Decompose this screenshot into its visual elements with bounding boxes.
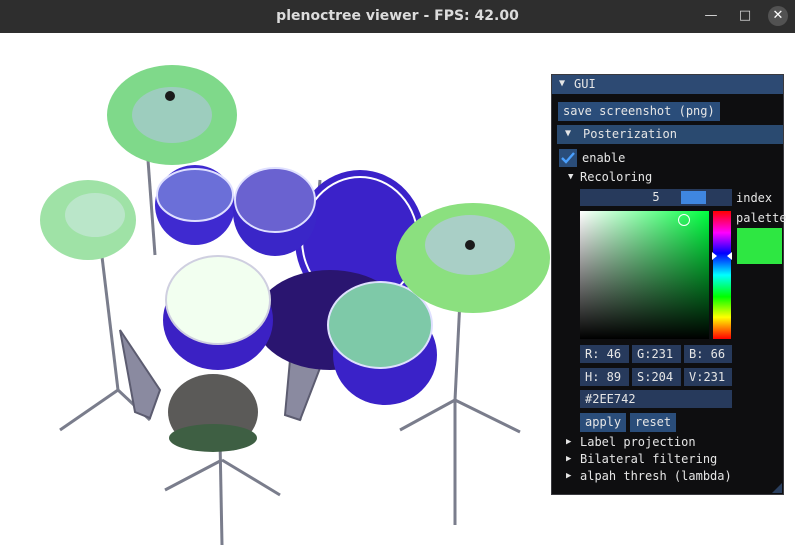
hue-marker-right-icon (727, 252, 732, 260)
value-field[interactable]: V:231 (684, 368, 732, 386)
checkmark-icon (561, 152, 575, 164)
recoloring-label[interactable]: Recoloring (580, 170, 652, 184)
reset-button[interactable]: reset (630, 413, 677, 432)
minimize-button[interactable]: — (701, 6, 721, 26)
gui-panel: ▼ GUI save screenshot (png) ▼ Posterizat… (551, 74, 787, 495)
alpha-thresh-section[interactable]: alpah thresh (lambda) (580, 469, 732, 483)
bilateral-filtering-section[interactable]: Bilateral filtering (580, 452, 717, 466)
gui-title: GUI (574, 77, 596, 91)
apply-button[interactable]: apply (580, 413, 627, 432)
index-slider[interactable]: 5 (580, 189, 732, 206)
green-field[interactable]: G:231 (632, 345, 681, 363)
save-screenshot-button[interactable]: save screenshot (png) (558, 102, 720, 121)
picker-cursor-icon[interactable] (678, 214, 690, 226)
gui-title-bar[interactable]: ▼ GUI (552, 75, 783, 94)
recoloring-arrow-icon[interactable]: ▼ (568, 172, 573, 182)
enable-checkbox[interactable] (559, 149, 577, 167)
alpha-thresh-arrow-icon[interactable]: ▶ (566, 471, 571, 481)
label-projection-section[interactable]: Label projection (580, 435, 696, 449)
hue-field[interactable]: H: 89 (580, 368, 629, 386)
hex-field[interactable]: #2EE742 (580, 390, 732, 408)
posterization-header[interactable]: ▼ Posterization (557, 125, 783, 144)
title-bar: plenoctree viewer - FPS: 42.00 — □ ✕ (0, 0, 795, 33)
index-value: 5 (652, 190, 660, 204)
bilateral-filtering-arrow-icon[interactable]: ▶ (566, 454, 571, 464)
resize-grip-icon[interactable] (772, 483, 782, 493)
posterization-label: Posterization (583, 127, 677, 141)
close-button[interactable]: ✕ (768, 6, 788, 26)
saturation-field[interactable]: S:204 (632, 368, 681, 386)
expand-arrow-icon: ▼ (565, 128, 572, 139)
hue-marker-left-icon (712, 252, 717, 260)
palette-label: palette (736, 211, 787, 225)
label-projection-arrow-icon[interactable]: ▶ (566, 437, 571, 447)
collapse-arrow-icon[interactable]: ▼ (559, 78, 565, 89)
hue-bar[interactable] (712, 211, 732, 339)
palette-color-swatch[interactable] (737, 228, 782, 264)
red-field[interactable]: R: 46 (580, 345, 629, 363)
saturation-value-picker[interactable] (580, 211, 709, 339)
window-title: plenoctree viewer - FPS: 42.00 (276, 8, 519, 24)
index-label: index (736, 191, 773, 205)
maximize-button[interactable]: □ (735, 6, 755, 26)
blue-field[interactable]: B: 66 (684, 345, 732, 363)
enable-label: enable (582, 151, 626, 165)
